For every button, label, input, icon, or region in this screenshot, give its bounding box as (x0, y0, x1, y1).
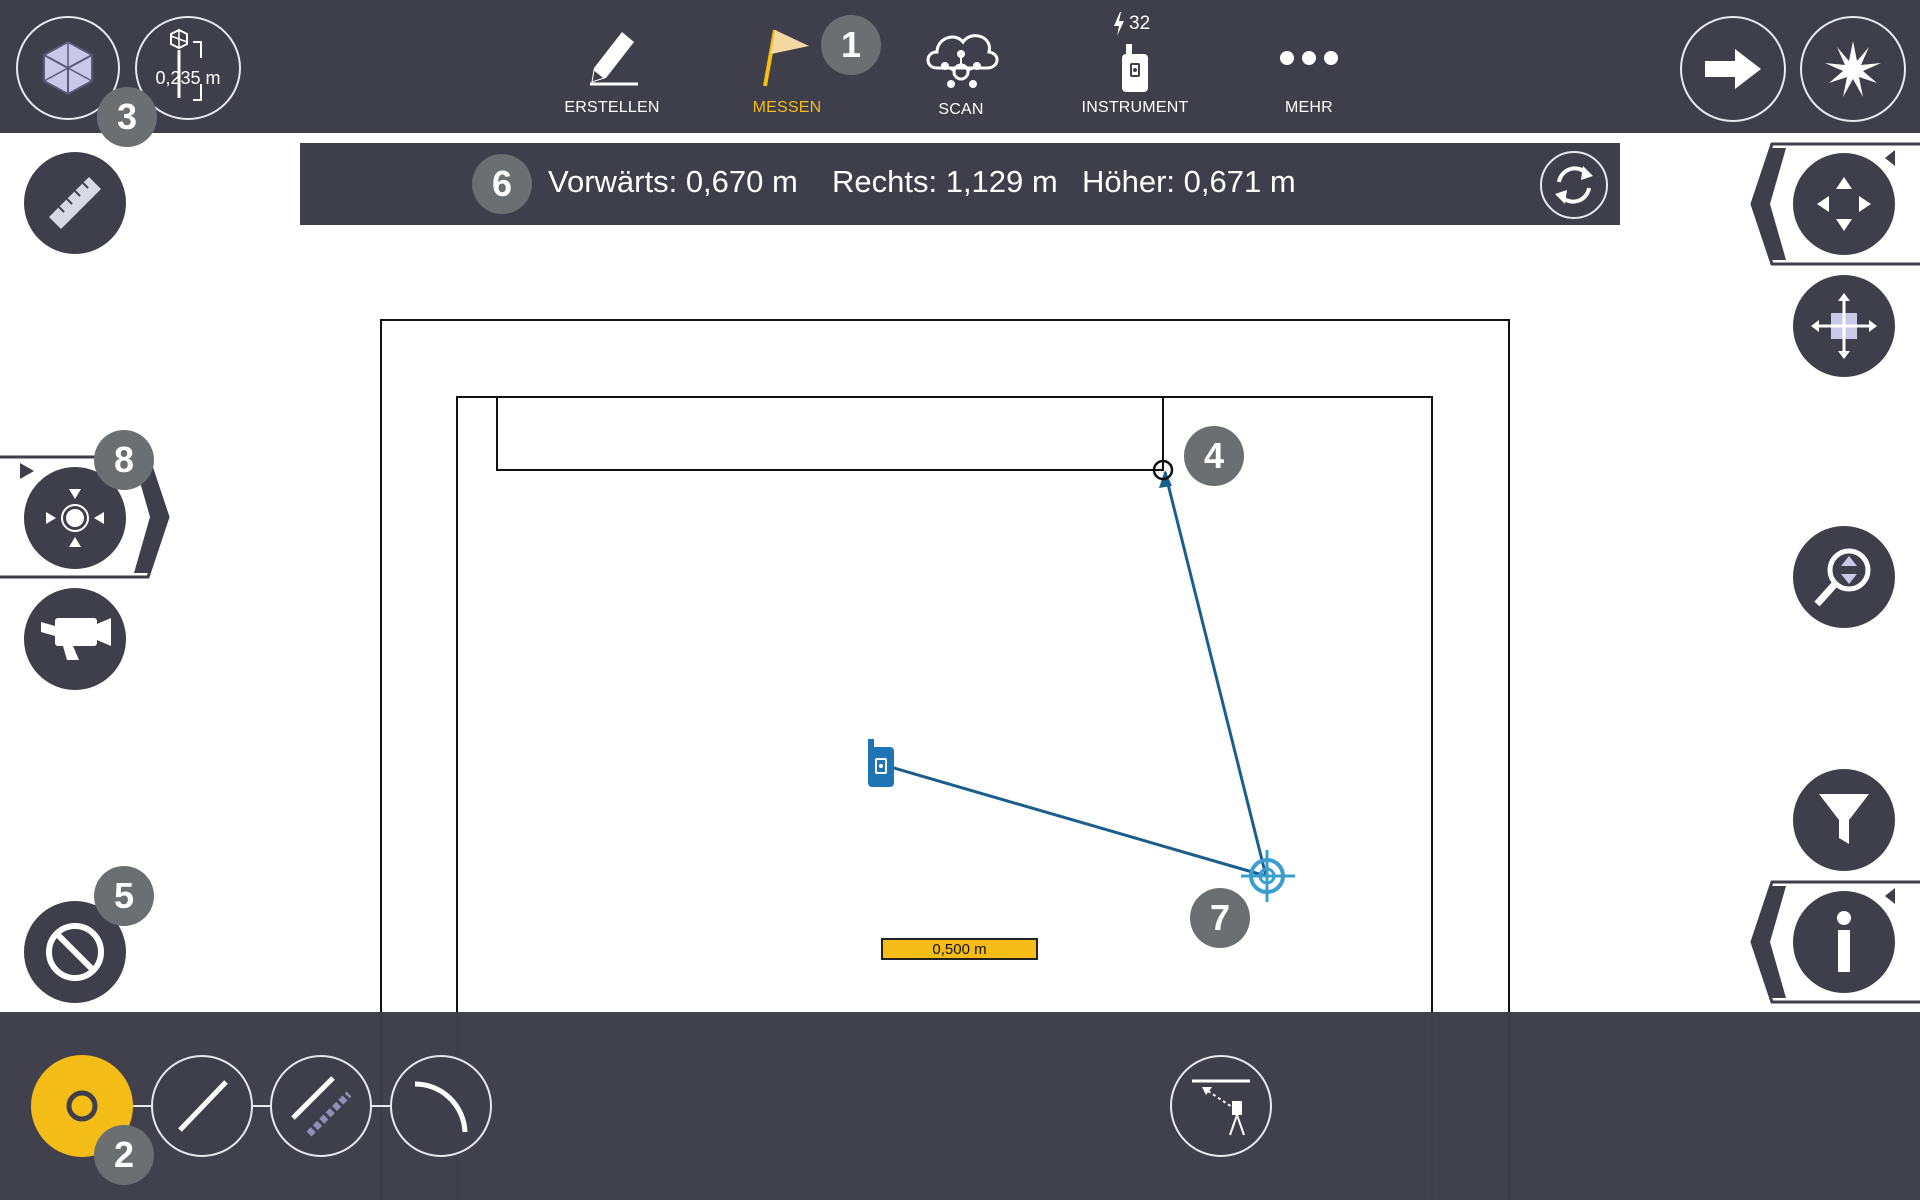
instrument-position-icon[interactable] (868, 739, 894, 787)
ruler-icon (49, 177, 101, 229)
pan-arrows-icon (1817, 177, 1871, 231)
inner-box (496, 396, 1164, 471)
move-icon (1811, 293, 1877, 359)
line-mode-button[interactable] (151, 1055, 253, 1157)
info-icon (1837, 911, 1851, 972)
pan-button[interactable] (1793, 153, 1895, 255)
offset-line-icon (291, 1076, 352, 1137)
measure-line-1 (879, 762, 1267, 878)
stakeout-button[interactable] (1170, 1055, 1272, 1157)
zoom-button[interactable] (1793, 526, 1895, 628)
move-button[interactable] (1793, 275, 1895, 377)
filter-button[interactable] (1793, 769, 1895, 871)
arc-mode-button[interactable] (390, 1055, 492, 1157)
callout-badge: 4 (1184, 426, 1244, 486)
video-camera-icon (41, 618, 111, 660)
callout-badge: 7 (1190, 888, 1250, 948)
prohibited-icon (46, 923, 104, 981)
ceiling-stakeout-icon (1192, 1079, 1250, 1136)
scale-bar: 0,500 m (881, 938, 1038, 960)
line-icon (178, 1080, 228, 1132)
callout-badge: 8 (94, 430, 154, 490)
target-crosshair-icon[interactable] (1241, 850, 1295, 902)
zoom-magnifier-icon (1814, 548, 1871, 607)
callout-badge: 2 (94, 1125, 154, 1185)
info-button[interactable] (1793, 891, 1895, 993)
arc-icon (414, 1081, 468, 1133)
circle-point-icon (66, 1090, 98, 1122)
callout-badge: 5 (94, 866, 154, 926)
offset-line-mode-button[interactable] (270, 1055, 372, 1157)
filter-icon (1819, 794, 1869, 844)
camera-button[interactable] (24, 588, 126, 690)
center-target-icon (46, 489, 104, 547)
measure-line-2 (1163, 471, 1268, 877)
measure-tape-button[interactable] (24, 152, 126, 254)
